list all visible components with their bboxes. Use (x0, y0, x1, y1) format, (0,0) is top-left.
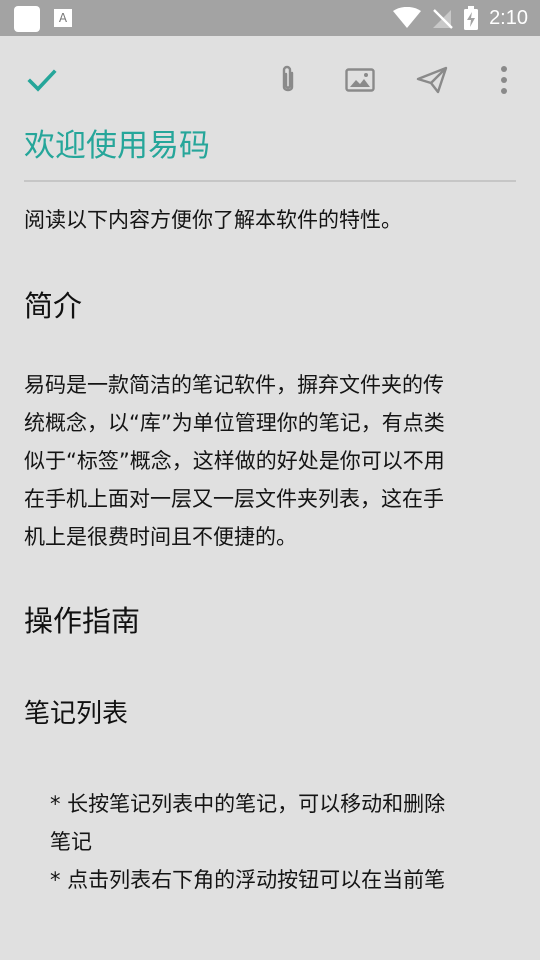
more-options-button[interactable] (486, 62, 522, 98)
paragraph-line: 机上是很费时间且不便捷的。 (24, 525, 297, 549)
paragraph-line: 似于“标签”概念，这样做的好处是你可以不用 (24, 449, 445, 473)
intro-paragraph: 易码是一款简洁的笔记软件，摒弃文件夹的传 统概念，以“库”为单位管理你的笔记，有… (24, 366, 516, 556)
paragraph-line: 在手机上面对一层又一层文件夹列表，这在手 (24, 487, 444, 511)
attach-button[interactable] (270, 62, 306, 98)
list-item: * 点击列表右下角的浮动按钮可以在当前笔 (50, 868, 446, 892)
svg-text:A: A (59, 11, 68, 25)
heading-note-list: 笔记列表 (24, 699, 129, 729)
heading-intro: 简介 (24, 289, 83, 323)
intro-text: 阅读以下内容方便你了解本软件的特性。 (24, 208, 402, 232)
paperclip-icon (282, 65, 294, 92)
note-title[interactable]: 欢迎使用易码 (24, 120, 516, 182)
status-time: 2:10 (489, 6, 528, 29)
battery-charging-icon (464, 6, 479, 30)
save-button[interactable] (24, 62, 60, 98)
paragraph-line: 易码是一款简洁的笔记软件，摒弃文件夹的传 (24, 373, 444, 397)
send-button[interactable] (414, 62, 450, 98)
bullet-list: * 长按笔记列表中的笔记，可以移动和删除 笔记 * 点击列表右下角的浮动按钮可以… (24, 785, 516, 899)
no-signal-icon (433, 9, 453, 29)
send-icon (416, 66, 448, 94)
list-item: * 长按笔记列表中的笔记，可以移动和删除 (50, 792, 446, 816)
check-icon (27, 69, 57, 92)
list-item-continued: 笔记 (50, 830, 92, 854)
heading-guide: 操作指南 (24, 604, 141, 638)
note-editor[interactable]: 欢迎使用易码 阅读以下内容方便你了解本软件的特性。 简介 易码是一款简洁的笔记软… (24, 120, 516, 899)
status-bar: A 2:10 (0, 0, 540, 36)
wifi-icon (393, 7, 422, 28)
editor-toolbar (0, 36, 540, 120)
notification-icon (14, 6, 40, 32)
insert-image-button[interactable] (342, 62, 378, 98)
text-app-icon: A (54, 9, 72, 27)
paragraph-line: 统概念，以“库”为单位管理你的笔记，有点类 (24, 411, 445, 435)
more-vert-icon (501, 66, 507, 94)
image-icon (345, 68, 375, 92)
